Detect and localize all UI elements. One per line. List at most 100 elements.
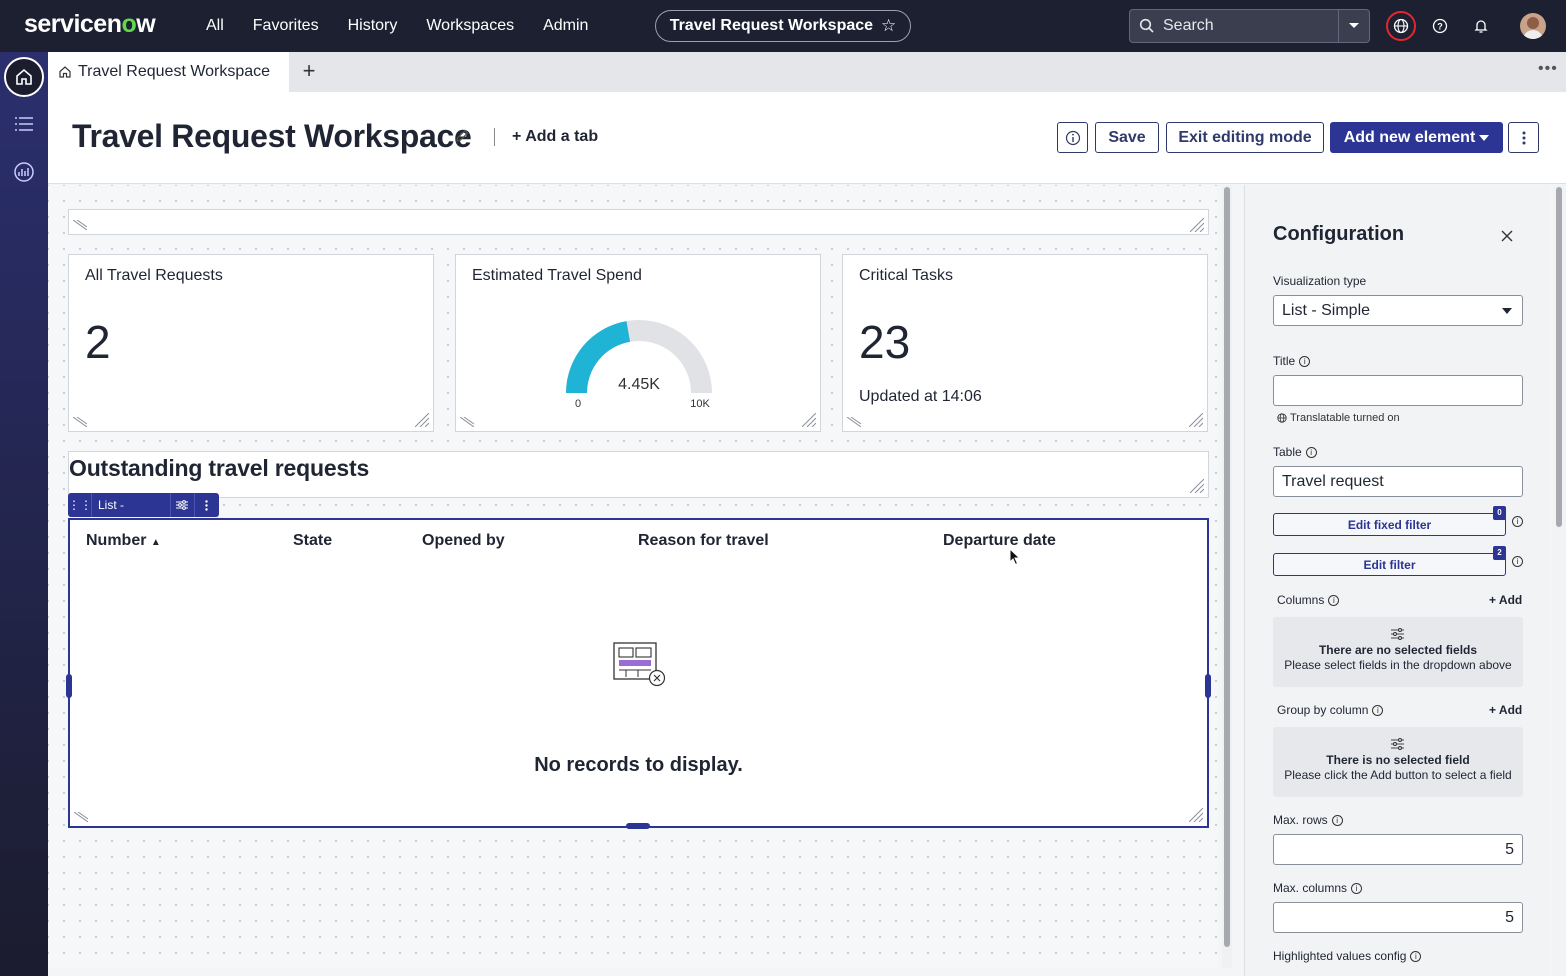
- columns-empty-title: There are no selected fields: [1318, 643, 1478, 657]
- column-header-reason[interactable]: Reason for travel: [638, 532, 769, 550]
- card-value: 23: [859, 316, 911, 368]
- max-rows-input[interactable]: 5: [1273, 834, 1523, 865]
- table-input[interactable]: Travel request: [1273, 466, 1523, 497]
- edit-filter-label: Edit filter: [1363, 557, 1416, 572]
- pencil-icon[interactable]: [454, 128, 470, 144]
- info-icon[interactable]: i: [1328, 594, 1340, 606]
- resize-handle-icon[interactable]: [1189, 808, 1203, 822]
- nav-history[interactable]: History: [348, 17, 398, 35]
- edit-fixed-filter-button[interactable]: Edit fixed filter 0: [1273, 506, 1506, 536]
- viz-type-select[interactable]: List - Simple: [1273, 295, 1523, 326]
- page-header: Travel Request Workspace + Add a tab Sav…: [48, 92, 1566, 184]
- tab-travel-request-workspace[interactable]: Travel Request Workspace: [48, 52, 289, 92]
- notifications-button[interactable]: [1468, 13, 1494, 39]
- scrollbar-thumb[interactable]: [1556, 187, 1562, 527]
- canvas-scrollbar[interactable]: [1222, 185, 1232, 968]
- info-icon[interactable]: i: [1512, 516, 1523, 527]
- info-icon[interactable]: i: [1305, 446, 1317, 458]
- resize-handle-icon[interactable]: [1189, 413, 1203, 427]
- add-column-button[interactable]: + Add: [1489, 593, 1522, 607]
- drag-handle-icon[interactable]: ⋮⋮: [68, 493, 92, 517]
- config-title: Configuration: [1273, 223, 1405, 245]
- list-simple-component[interactable]: Number ▲ State Opened by Reason for trav…: [66, 518, 1211, 829]
- resize-handle-icon[interactable]: [847, 417, 861, 427]
- info-icon[interactable]: i: [1372, 704, 1384, 716]
- list-heading: Outstanding travel requests: [69, 455, 370, 481]
- add-label: Add: [1498, 703, 1523, 717]
- add-group-button[interactable]: + Add: [1489, 703, 1522, 717]
- resize-handle-icon[interactable]: [1190, 218, 1204, 232]
- sidebar-analytics[interactable]: [12, 160, 36, 184]
- card-all-travel-requests[interactable]: All Travel Requests 2: [68, 254, 434, 432]
- search-input[interactable]: Search: [1163, 17, 1338, 35]
- info-icon[interactable]: i: [1299, 355, 1311, 367]
- no-records-message: No records to display.: [534, 754, 743, 776]
- exit-editing-button[interactable]: Exit editing mode: [1166, 122, 1324, 153]
- config-scrollbar[interactable]: [1552, 185, 1566, 976]
- info-icon[interactable]: i: [1512, 556, 1523, 567]
- column-header-state[interactable]: State: [293, 532, 332, 550]
- nav-workspaces[interactable]: Workspaces: [426, 17, 514, 35]
- info-button[interactable]: [1057, 122, 1088, 153]
- title-input[interactable]: [1273, 375, 1523, 406]
- nav-admin[interactable]: Admin: [543, 17, 588, 35]
- more-options-button[interactable]: [1508, 122, 1539, 153]
- list-icon: [15, 117, 33, 131]
- info-icon: [1065, 130, 1080, 145]
- add-new-element-label: Add new element: [1343, 128, 1476, 146]
- sidebar-list[interactable]: [12, 112, 36, 136]
- user-avatar[interactable]: [1520, 13, 1546, 39]
- nav-favorites[interactable]: Favorites: [253, 17, 319, 35]
- max-columns-input[interactable]: 5: [1273, 902, 1523, 933]
- resize-handle-icon[interactable]: [802, 413, 816, 427]
- card-critical-tasks[interactable]: Critical Tasks 23 Updated at 14:06: [842, 254, 1208, 432]
- workspace-pill[interactable]: Travel Request Workspace ☆: [655, 10, 911, 42]
- sidebar-home[interactable]: [4, 57, 44, 97]
- resize-handle-left[interactable]: [66, 674, 72, 698]
- settings-button[interactable]: [171, 493, 195, 517]
- more-tabs-icon[interactable]: •••: [1538, 60, 1558, 78]
- nav-all[interactable]: All: [206, 17, 224, 35]
- language-button[interactable]: [1386, 11, 1416, 41]
- component-toolbar: ⋮⋮ List - Simple: [68, 493, 219, 536]
- close-icon[interactable]: [1500, 229, 1514, 243]
- scrollbar-thumb[interactable]: [1224, 187, 1230, 947]
- add-label: Add: [1498, 593, 1523, 607]
- tab-label: Travel Request Workspace: [78, 63, 271, 80]
- resize-handle-icon[interactable]: [73, 417, 87, 427]
- top-nav: servicenow All Favorites History Workspa…: [0, 0, 1566, 52]
- add-tab-button[interactable]: + Add a tab: [512, 128, 598, 146]
- resize-handle-icon[interactable]: [460, 417, 474, 427]
- spend-gauge: 4.45K 0 10K: [566, 320, 712, 410]
- card-title: All Travel Requests: [85, 267, 223, 284]
- card-title: Critical Tasks: [859, 267, 953, 284]
- resize-handle-icon[interactable]: [1190, 479, 1204, 493]
- info-icon[interactable]: i: [1331, 814, 1343, 826]
- heading-container[interactable]: Outstanding travel requests: [68, 451, 1209, 498]
- resize-handle-bottom[interactable]: [626, 823, 650, 829]
- column-header-opened-by[interactable]: Opened by: [422, 532, 505, 550]
- resize-handle-icon[interactable]: [74, 812, 88, 822]
- help-button[interactable]: ?: [1427, 13, 1453, 39]
- empty-container[interactable]: [68, 209, 1209, 235]
- edit-filter-button[interactable]: Edit filter 2: [1273, 546, 1506, 576]
- add-tab-label: Add a tab: [525, 128, 599, 145]
- card-updated-text: Updated at 14:06: [859, 388, 982, 405]
- info-icon[interactable]: i: [1410, 950, 1422, 962]
- column-header-departure-date[interactable]: Departure date: [943, 532, 1056, 550]
- max-cols-label: Max. columns: [1273, 881, 1348, 895]
- card-estimated-travel-spend[interactable]: Estimated Travel Spend 4.45K 0 10K: [455, 254, 821, 432]
- servicenow-logo[interactable]: servicenow: [24, 10, 156, 39]
- group-empty-title: There is no selected field: [1326, 753, 1470, 767]
- star-icon[interactable]: ☆: [881, 16, 896, 36]
- info-icon[interactable]: i: [1351, 882, 1363, 894]
- resize-handle-right[interactable]: [1205, 674, 1211, 698]
- resize-handle-icon[interactable]: [73, 220, 87, 230]
- add-new-element-button[interactable]: Add new element: [1330, 122, 1503, 153]
- new-tab-button[interactable]: +: [298, 60, 320, 82]
- search-box[interactable]: Search: [1129, 9, 1370, 43]
- component-more-button[interactable]: [195, 493, 219, 517]
- save-button[interactable]: Save: [1095, 122, 1159, 153]
- search-scope-dropdown[interactable]: [1338, 10, 1369, 42]
- resize-handle-icon[interactable]: [415, 413, 429, 427]
